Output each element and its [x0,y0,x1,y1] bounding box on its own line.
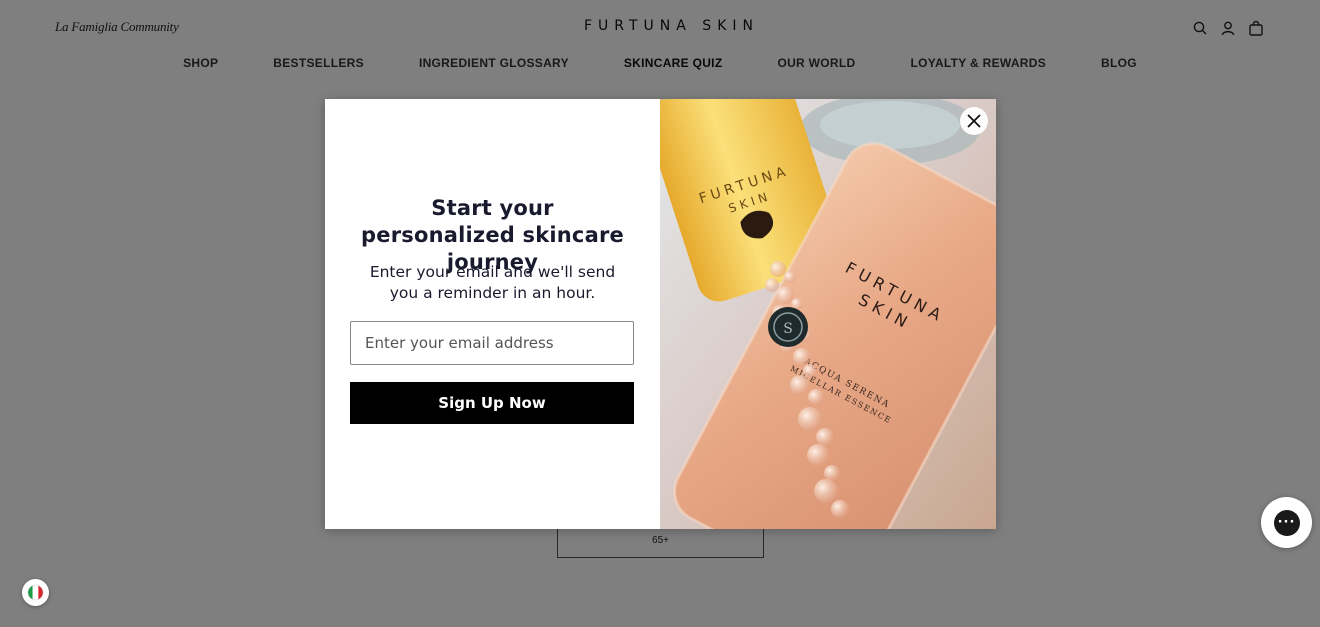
language-selector[interactable] [22,579,49,606]
email-input[interactable] [350,321,634,365]
signup-modal: Start your personalized skincare journey… [325,99,996,529]
modal-description: Enter your email and we'll send you a re… [369,263,616,302]
product-photo: FURTUNA SKIN FURTUNA SKIN ACQUA SERENA M… [660,99,996,529]
sign-up-button[interactable]: Sign Up Now [350,382,634,424]
modal-form-panel: Start your personalized skincare journey… [325,99,660,529]
italy-flag-icon [27,584,44,601]
close-icon [967,114,981,128]
svg-text:S: S [783,321,793,337]
chat-bubble-icon: ··· [1273,509,1300,536]
product-image: FURTUNA SKIN FURTUNA SKIN ACQUA SERENA M… [660,99,996,529]
close-modal-button[interactable] [960,107,988,135]
chat-widget-button[interactable]: ··· [1261,497,1312,548]
